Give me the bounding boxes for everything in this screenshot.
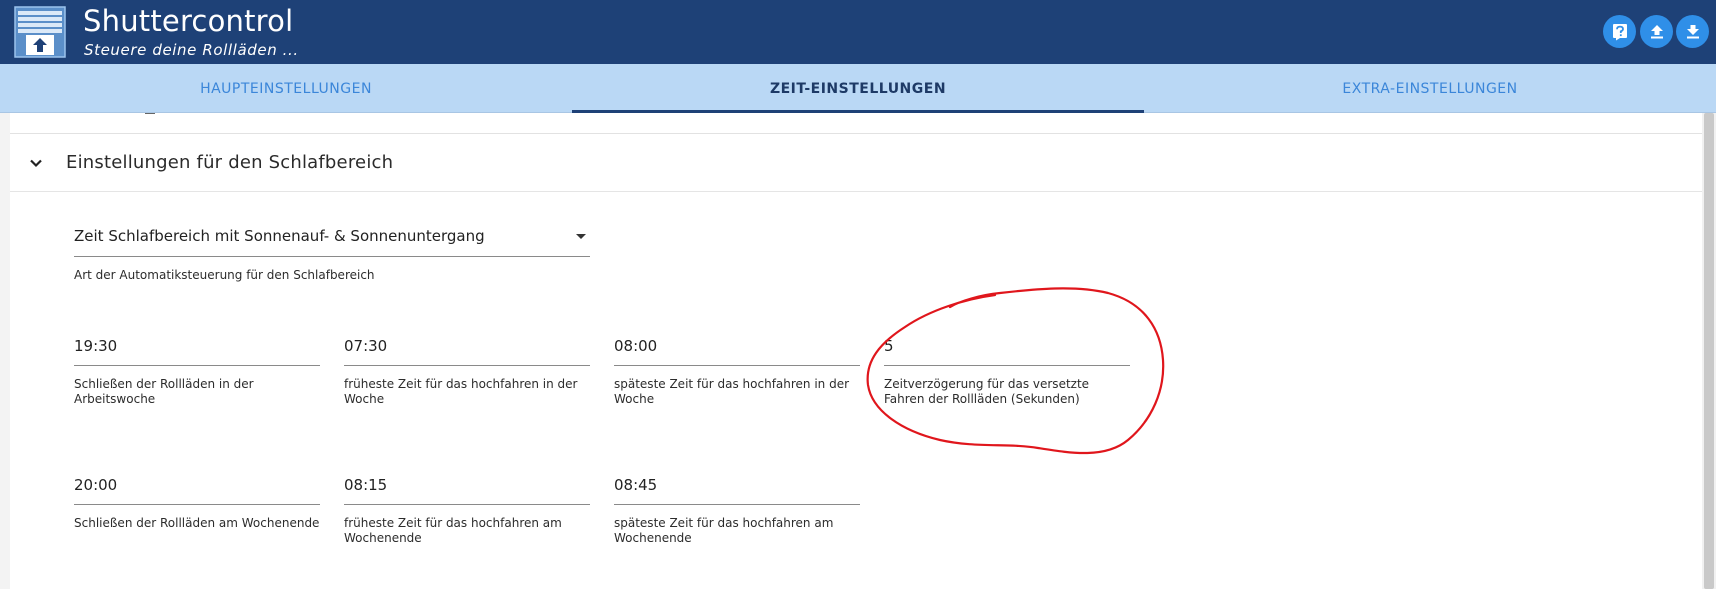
tab-zeit-einstellungen[interactable]: ZEIT-EINSTELLUNGEN [572,64,1144,113]
tab-extra-einstellungen[interactable]: EXTRA-EINSTELLUNGEN [1144,64,1716,113]
latest-up-week-value: 08:00 [614,337,658,355]
section-header-schlafbereich[interactable]: Einstellungen für den Schlafbereich [10,135,1702,192]
earliest-up-weekend-input[interactable]: 08:15 [344,471,590,505]
latest-up-weekend-label: späteste Zeit für das hochfahren am Woch… [614,516,834,545]
field-latest-up-week: 08:00 späteste Zeit für das hochfahren i… [614,332,860,412]
field-earliest-up-weekend: 08:15 früheste Zeit für das hochfahren a… [344,471,590,551]
latest-up-weekend-value: 08:45 [614,476,658,494]
stagger-delay-value: 5 [884,337,894,355]
mode-select-helper: Art der Automatiksteuerung für den Schla… [74,268,375,282]
mode-select[interactable]: Zeit Schlafbereich mit Sonnenauf- & Sonn… [74,219,590,257]
field-close-weekend: 20:00 Schließen der Rollläden am Wochene… [74,471,320,551]
download-button[interactable] [1676,15,1709,48]
upload-icon [1650,24,1663,38]
close-weekend-value: 20:00 [74,476,118,494]
earliest-up-weekend-label: früheste Zeit für das hochfahren am Woch… [344,516,562,545]
close-workweek-input[interactable]: 19:30 [74,332,320,366]
close-workweek-label: Schließen der Rollläden in der Arbeitswo… [74,377,254,406]
help-button[interactable] [1603,15,1636,48]
stagger-delay-label: Zeitverzögerung für das versetzte Fahren… [884,377,1090,406]
previous-section-edge [10,113,1702,134]
field-earliest-up-week: 07:30 früheste Zeit für das hochfahren i… [344,332,590,412]
field-close-workweek: 19:30 Schließen der Rollläden in der Arb… [74,332,320,412]
stagger-delay-input[interactable]: 5 [884,332,1130,366]
settings-panel: Einstellungen für den Schlafbereich Zeit… [10,113,1702,589]
earliest-up-weekend-value: 08:15 [344,476,388,494]
field-stagger-delay: 5 Zeitverzögerung für das versetzte Fahr… [884,332,1130,412]
tab-haupteinstellungen[interactable]: HAUPTEINSTELLUNGEN [0,64,572,113]
mode-select-value: Zeit Schlafbereich mit Sonnenauf- & Sonn… [74,227,485,245]
earliest-up-week-input[interactable]: 07:30 [344,332,590,366]
window-shutter-up-icon [14,6,66,58]
scrollbar-thumb[interactable] [1704,113,1714,589]
field-latest-up-weekend: 08:45 späteste Zeit für das hochfahren a… [614,471,860,551]
help-icon [1612,23,1627,40]
latest-up-week-label: späteste Zeit für das hochfahren in der … [614,377,850,406]
dropdown-arrow-icon[interactable] [576,234,586,239]
latest-up-week-input[interactable]: 08:00 [614,332,860,366]
latest-up-weekend-input[interactable]: 08:45 [614,471,860,505]
close-weekend-input[interactable]: 20:00 [74,471,320,505]
chevron-down-icon[interactable] [28,155,44,171]
app-title: Shuttercontrol [83,4,294,38]
cut-off-text-fragment [145,113,175,117]
app-subtitle: Steuere deine Rollläden ... [84,41,299,59]
app-header: Shuttercontrol Steuere deine Rollläden .… [0,0,1716,64]
upload-button[interactable] [1640,15,1673,48]
close-workweek-value: 19:30 [74,337,118,355]
download-icon [1686,24,1699,38]
earliest-up-week-label: früheste Zeit für das hochfahren in der … [344,377,578,406]
section-title: Einstellungen für den Schlafbereich [66,152,394,173]
close-weekend-label: Schließen der Rollläden am Wochenende [74,516,320,530]
tab-bar: HAUPTEINSTELLUNGEN ZEIT-EINSTELLUNGEN EX… [0,64,1716,113]
earliest-up-week-value: 07:30 [344,337,388,355]
